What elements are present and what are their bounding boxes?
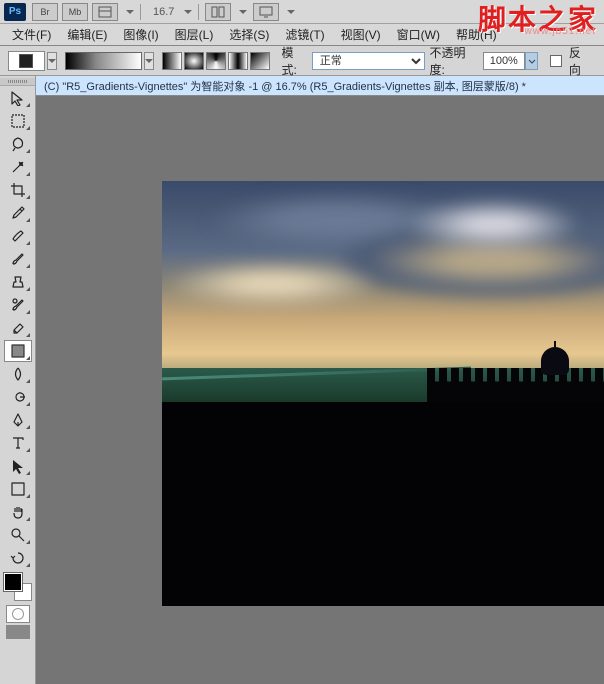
screen-mode-button[interactable]	[253, 3, 279, 21]
arrange-docs-button[interactable]	[205, 3, 231, 21]
menu-file[interactable]: 文件(F)	[4, 24, 59, 45]
diamond-gradient-button[interactable]	[250, 52, 270, 70]
mode-label: 模式:	[282, 44, 308, 78]
dropdown-icon[interactable]	[184, 10, 192, 14]
zoom-tool[interactable]	[4, 524, 32, 546]
menu-window[interactable]: 窗口(W)	[389, 24, 448, 45]
gradient-type-group	[162, 52, 270, 70]
path-select-tool[interactable]	[4, 455, 32, 477]
move-tool[interactable]	[4, 87, 32, 109]
menu-image[interactable]: 图像(I)	[115, 24, 166, 45]
rotate-tool[interactable]	[4, 547, 32, 569]
gradient-preview[interactable]	[65, 52, 142, 70]
type-tool[interactable]	[4, 432, 32, 454]
linear-gradient-button[interactable]	[162, 52, 182, 70]
opacity-input[interactable]	[483, 52, 525, 70]
toolbox	[0, 76, 36, 684]
pen-tool[interactable]	[4, 409, 32, 431]
angle-gradient-button[interactable]	[206, 52, 226, 70]
hand-tool[interactable]	[4, 501, 32, 523]
screen-mode-toggle[interactable]	[6, 625, 30, 639]
menu-select[interactable]: 选择(S)	[221, 24, 277, 45]
dropdown-icon[interactable]	[144, 52, 154, 70]
history-brush-tool[interactable]	[4, 294, 32, 316]
dropdown-icon[interactable]	[239, 10, 247, 14]
wand-tool[interactable]	[4, 156, 32, 178]
eraser-tool[interactable]	[4, 317, 32, 339]
foreground-color[interactable]	[4, 573, 22, 591]
opacity-stepper[interactable]	[525, 52, 539, 70]
bridge-button[interactable]: Br	[32, 3, 58, 21]
eyedropper-tool[interactable]	[4, 202, 32, 224]
dropdown-icon[interactable]	[47, 52, 57, 70]
tool-preset-button[interactable]	[8, 51, 45, 71]
opacity-label: 不透明度:	[429, 44, 478, 78]
minibridge-button[interactable]: Mb	[62, 3, 88, 21]
color-swatches[interactable]	[4, 573, 32, 601]
menu-view[interactable]: 视图(V)	[333, 24, 389, 45]
shape-tool[interactable]	[4, 478, 32, 500]
radial-gradient-button[interactable]	[184, 52, 204, 70]
toolbox-grip[interactable]	[0, 78, 35, 86]
reflected-gradient-button[interactable]	[228, 52, 248, 70]
dropdown-icon[interactable]	[126, 10, 134, 14]
dropdown-icon[interactable]	[287, 10, 295, 14]
quick-mask-button[interactable]	[6, 605, 30, 623]
zoom-level[interactable]: 16.7	[153, 6, 174, 18]
watermark-url: www.jb51.net	[525, 26, 596, 37]
marquee-tool[interactable]	[4, 110, 32, 132]
menu-layer[interactable]: 图层(L)	[167, 24, 222, 45]
menu-edit[interactable]: 编辑(E)	[59, 24, 115, 45]
stamp-tool[interactable]	[4, 271, 32, 293]
app-topbar: Ps Br Mb 16.7 脚本之家 www.jb51.net	[0, 0, 604, 24]
canvas-viewport[interactable]	[36, 96, 604, 684]
brush-tool[interactable]	[4, 248, 32, 270]
reverse-checkbox[interactable]	[550, 55, 562, 67]
options-bar: 模式: 正常 不透明度: 反向	[0, 46, 604, 76]
crop-tool[interactable]	[4, 179, 32, 201]
app-logo: Ps	[4, 3, 26, 21]
lasso-tool[interactable]	[4, 133, 32, 155]
canvas-area: (C) "R5_Gradients-Vignettes" 为智能对象 -1 @ …	[36, 76, 604, 684]
canvas-image	[162, 181, 604, 606]
document-tab[interactable]: (C) "R5_Gradients-Vignettes" 为智能对象 -1 @ …	[36, 76, 604, 96]
gradient-tool[interactable]	[4, 340, 32, 362]
heal-tool[interactable]	[4, 225, 32, 247]
menu-filter[interactable]: 滤镜(T)	[277, 24, 332, 45]
blend-mode-select[interactable]: 正常	[312, 52, 426, 70]
dodge-tool[interactable]	[4, 386, 32, 408]
view-extras-button[interactable]	[92, 3, 118, 21]
blur-tool[interactable]	[4, 363, 32, 385]
reverse-label: 反向	[569, 44, 592, 78]
